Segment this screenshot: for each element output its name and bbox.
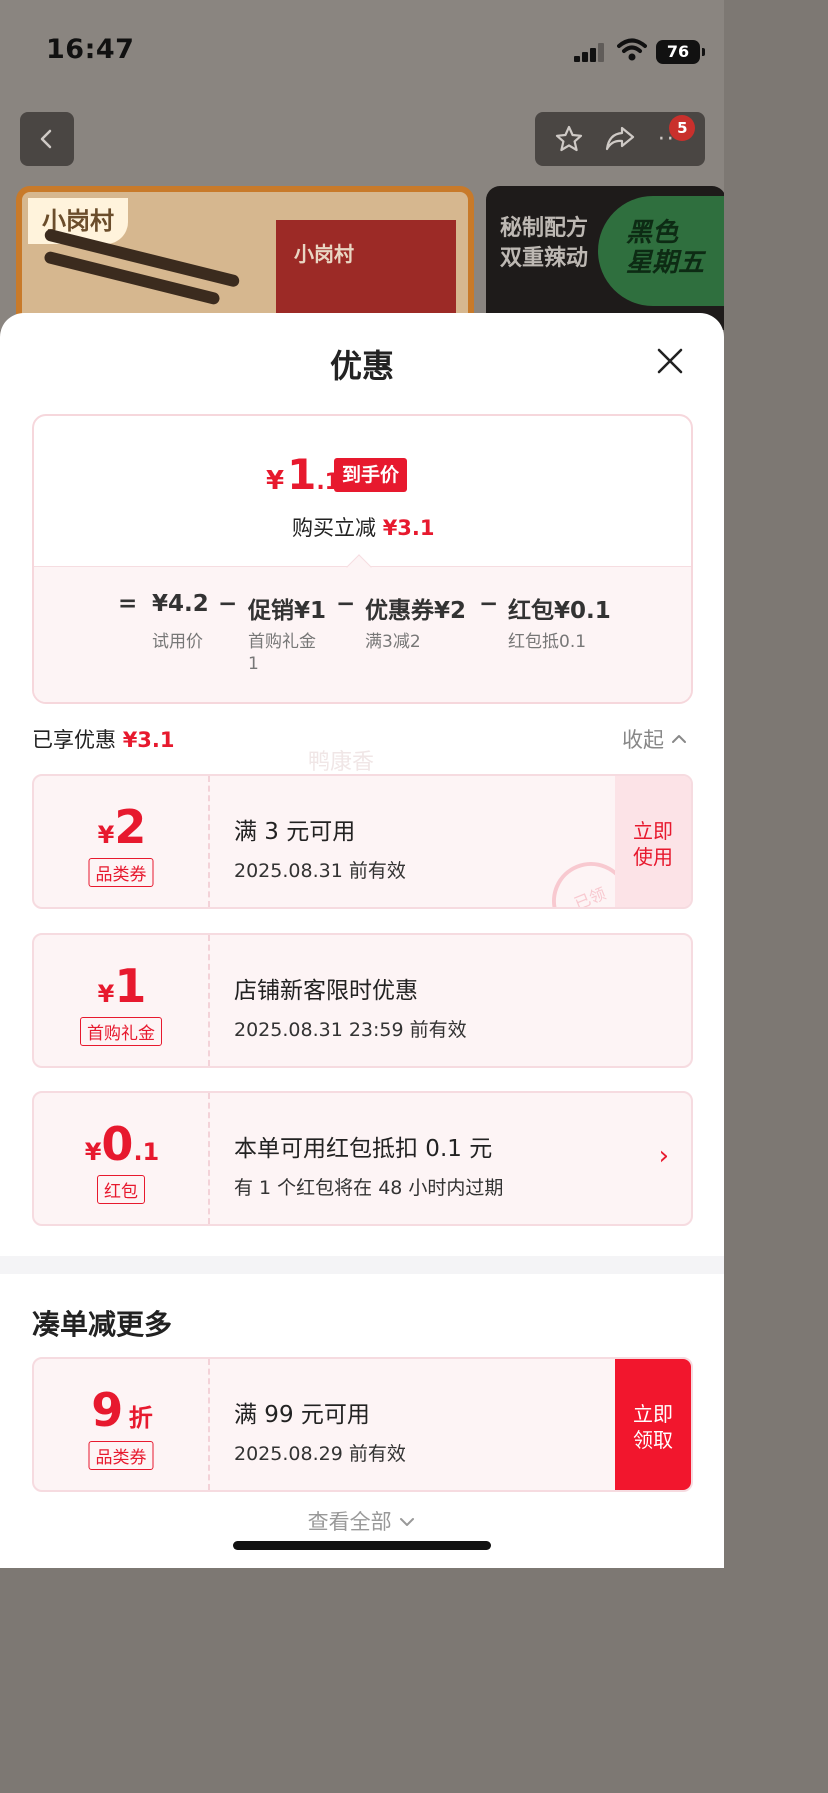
share-button[interactable] bbox=[602, 121, 638, 157]
black-friday-line2: 星期五 bbox=[626, 248, 705, 278]
coupon-currency: ¥ bbox=[97, 821, 115, 849]
formula-equals: = bbox=[118, 591, 138, 617]
coupon-currency: ¥ bbox=[84, 1138, 102, 1166]
formula-redpack: 红包¥0.1 bbox=[508, 598, 611, 624]
discount-sheet: 优惠 ¥ 1 .1 到手价 购买立减 ¥3.1 = ¥4.2 − 促销¥1 − … bbox=[0, 313, 724, 1568]
coupon-amount-decimal: .1 bbox=[133, 1138, 160, 1166]
wifi-icon bbox=[617, 38, 647, 61]
status-bar: 16:47 76 bbox=[0, 0, 724, 100]
coupon-validity: 有 1 个红包将在 48 小时内过期 bbox=[234, 1177, 504, 1199]
saving-value: ¥3.1 bbox=[382, 516, 435, 540]
close-icon bbox=[657, 348, 683, 374]
coupon-kind-badge: 首购礼金 bbox=[80, 1017, 162, 1046]
coupon-amount: ¥0.1 bbox=[34, 1117, 210, 1171]
product-image-main[interactable]: 小岗村 小岗村 bbox=[16, 186, 474, 330]
coupon-value-panel: ¥2 品类券 bbox=[34, 776, 210, 907]
view-all-button[interactable]: 查看全部 bbox=[0, 1506, 724, 1536]
coupon-kind-badge: 品类券 bbox=[88, 858, 154, 887]
chevron-down-icon bbox=[400, 1518, 415, 1526]
coupon-card-first-purchase: ¥1 首购礼金 店铺新客限时优惠 2025.08.31 23:59 前有效 bbox=[32, 933, 693, 1068]
final-price-currency: ¥ bbox=[266, 466, 285, 496]
coupon-kind-badge: 红包 bbox=[97, 1175, 145, 1204]
cellular-signal-icon bbox=[574, 42, 606, 62]
price-breakdown-card: ¥ 1 .1 到手价 购买立减 ¥3.1 = ¥4.2 − 促销¥1 − 优惠券… bbox=[32, 414, 693, 704]
coupon-kind-badge: 品类券 bbox=[88, 1441, 154, 1470]
status-time: 16:47 bbox=[46, 34, 135, 65]
product-image-secondary[interactable]: 秘制配方 双重辣动 黑色 星期五 bbox=[486, 186, 724, 330]
favorite-button[interactable] bbox=[551, 121, 587, 157]
enjoyed-discount: 已享优惠 ¥3.1 bbox=[32, 724, 175, 754]
coupon-card-category: ¥2 品类券 满 3 元可用 2025.08.31 前有效 已领 立即 使用 bbox=[32, 774, 693, 909]
coupon-amount-number: 0 bbox=[101, 1117, 134, 1171]
final-price-section: ¥ 1 .1 到手价 购买立减 ¥3.1 bbox=[34, 416, 691, 566]
back-button[interactable] bbox=[20, 112, 74, 166]
promo-text-line2: 双重辣动 bbox=[500, 246, 589, 271]
coupon-amount: ¥2 bbox=[34, 800, 210, 854]
product-page-background: 16:47 76 ··· 5 小岗村 小岗村 秘制配方 双重辣动 黑色 星期五 bbox=[0, 0, 724, 330]
coupon-validity: 2025.08.29 前有效 bbox=[234, 1443, 406, 1465]
share-icon bbox=[605, 126, 635, 151]
coupon-card-red-packet[interactable]: ¥0.1 红包 本单可用红包抵扣 0.1 元 有 1 个红包将在 48 小时内过… bbox=[32, 1091, 693, 1226]
final-price-integer: 1 bbox=[287, 450, 317, 499]
coupon-amount-number: 9 bbox=[91, 1383, 124, 1437]
black-friday-badge: 黑色 星期五 bbox=[598, 196, 724, 306]
final-price-tag: 到手价 bbox=[334, 458, 408, 492]
package-text: 小岗村 bbox=[294, 242, 354, 266]
formula-minus: − bbox=[218, 591, 238, 617]
star-icon bbox=[555, 125, 582, 152]
coupon-currency: ¥ bbox=[97, 980, 115, 1008]
collapse-button[interactable]: 收起 bbox=[622, 724, 688, 754]
coupon-unit: 折 bbox=[128, 1404, 153, 1432]
more-button[interactable]: ··· 5 bbox=[653, 115, 696, 157]
coupon-value-panel: ¥0.1 红包 bbox=[34, 1093, 210, 1224]
chevron-up-icon bbox=[672, 735, 686, 743]
nav-toolbar: ··· 5 bbox=[535, 112, 705, 166]
enjoyed-label: 已享优惠 bbox=[32, 728, 116, 752]
coupon-title: 满 3 元可用 bbox=[234, 819, 356, 845]
promo-text: 秘制配方 双重辣动 bbox=[500, 214, 588, 274]
coupon-value-panel: ¥1 首购礼金 bbox=[34, 935, 210, 1066]
coupon-validity: 2025.08.31 23:59 前有效 bbox=[234, 1019, 467, 1041]
chevron-right-icon: › bbox=[658, 1141, 669, 1171]
price-formula-section: = ¥4.2 − 促销¥1 − 优惠券¥2 − 红包¥0.1 试用价 首购礼金 … bbox=[34, 566, 691, 702]
formula-promo-sub: 首购礼金 1 bbox=[248, 632, 316, 674]
promo-text-line1: 秘制配方 bbox=[500, 216, 589, 241]
black-friday-line1: 黑色 bbox=[626, 218, 679, 248]
home-indicator[interactable] bbox=[233, 1541, 491, 1550]
chevron-left-icon bbox=[40, 129, 52, 149]
section-divider bbox=[0, 1256, 724, 1274]
formula-coupon-sub: 满3减2 bbox=[365, 632, 421, 652]
saving-label: 购买立减 bbox=[292, 516, 376, 540]
coupon-validity: 2025.08.31 前有效 bbox=[234, 860, 406, 882]
close-button[interactable] bbox=[650, 341, 690, 381]
cart-badge: 5 bbox=[669, 115, 696, 141]
final-price: ¥ 1 .1 bbox=[266, 450, 340, 499]
coupon-card-discount: 9 折 品类券 满 99 元可用 2025.08.29 前有效 立即 领取 bbox=[32, 1357, 693, 1492]
claim-now-button[interactable]: 立即 领取 bbox=[615, 1359, 691, 1490]
view-all-label: 查看全部 bbox=[307, 1510, 392, 1534]
coupon-value-panel: 9 折 品类券 bbox=[34, 1359, 210, 1490]
sheet-title: 优惠 bbox=[329, 347, 394, 385]
collapse-label: 收起 bbox=[622, 728, 664, 752]
formula-promo: 促销¥1 bbox=[248, 598, 327, 624]
saving-summary: 购买立减 ¥3.1 bbox=[292, 512, 435, 542]
battery-indicator: 76 bbox=[656, 40, 705, 64]
formula-trial-label: 试用价 bbox=[152, 632, 203, 652]
coupon-amount-number: 1 bbox=[114, 959, 147, 1013]
coupon-title: 店铺新客限时优惠 bbox=[234, 978, 418, 1004]
coupon-title: 本单可用红包抵扣 0.1 元 bbox=[234, 1136, 493, 1162]
coupon-amount: 9 折 bbox=[34, 1383, 210, 1437]
use-now-button[interactable]: 立即 使用 bbox=[615, 776, 691, 907]
formula-redpack-sub: 红包抵0.1 bbox=[508, 632, 587, 652]
more-discounts-title: 凑单减更多 bbox=[32, 1308, 173, 1341]
formula-minus: − bbox=[336, 591, 356, 617]
coupon-title: 满 99 元可用 bbox=[234, 1402, 370, 1428]
formula-minus: − bbox=[479, 591, 499, 617]
formula-coupon: 优惠券¥2 bbox=[365, 598, 467, 624]
enjoyed-value: ¥3.1 bbox=[122, 728, 175, 752]
coupon-amount: ¥1 bbox=[34, 959, 210, 1013]
coupon-amount-number: 2 bbox=[114, 800, 147, 854]
watermark-text: 鸭康香 bbox=[308, 750, 375, 775]
formula-trial-price: ¥4.2 bbox=[152, 591, 209, 617]
